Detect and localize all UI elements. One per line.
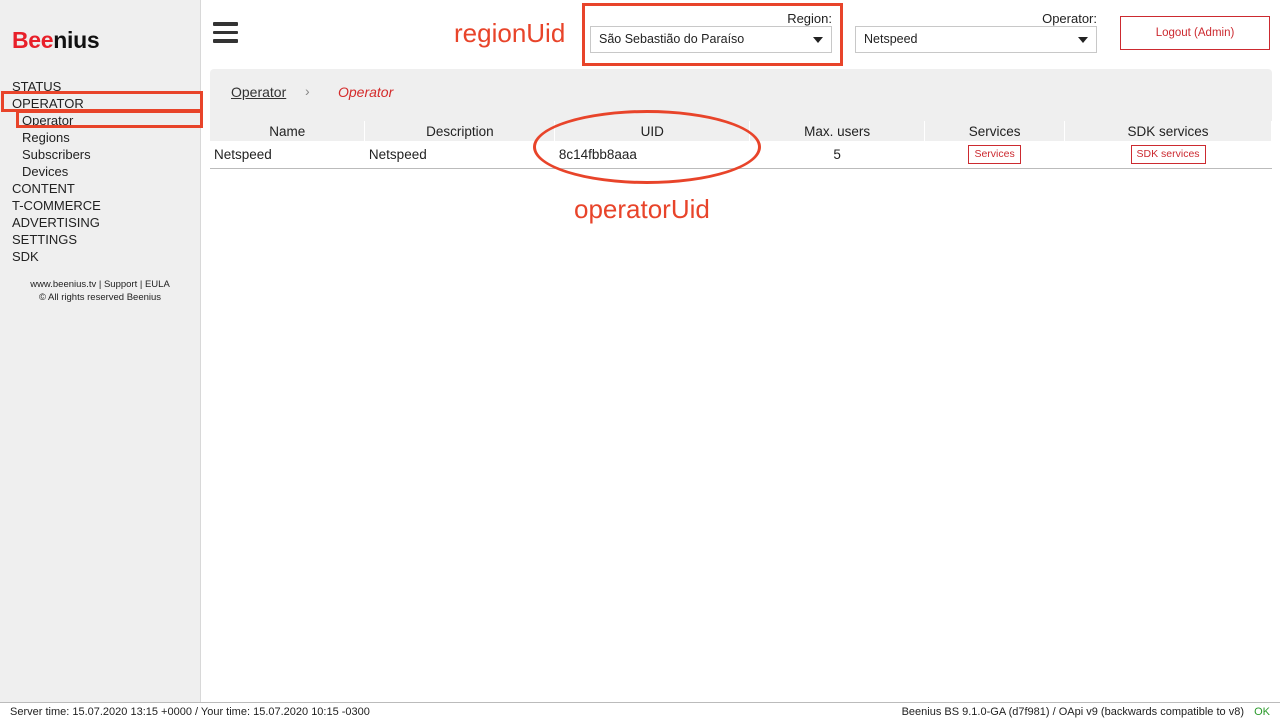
column-header-sdk-services[interactable]: SDK services [1064, 121, 1272, 141]
annotation-operator-section-box [1, 91, 203, 112]
status-bar: Server time: 15.07.2020 13:15 +0000 / Yo… [0, 702, 1280, 722]
status-time: Server time: 15.07.2020 13:15 +0000 / Yo… [10, 706, 370, 718]
sidebar-item-advertising[interactable]: ADVERTISING [0, 214, 200, 231]
chevron-down-icon [1078, 37, 1088, 43]
column-header-name[interactable]: Name [210, 121, 366, 141]
sidebar-item-devices[interactable]: Devices [0, 163, 200, 180]
status-ok-badge: OK [1254, 706, 1270, 718]
beenius-logo[interactable]: Beenius [12, 27, 100, 54]
annotation-region-uid-label: regionUid [454, 18, 566, 48]
sidebar-item-regions[interactable]: Regions [0, 129, 200, 146]
sidebar-item-t-commerce[interactable]: T-COMMERCE [0, 197, 200, 214]
cell-services: Services [924, 141, 1065, 169]
column-header-services[interactable]: Services [924, 121, 1066, 141]
sidebar-footer-links[interactable]: www.beenius.tv | Support | EULA [0, 278, 200, 291]
logout-button[interactable]: Logout (Admin) [1120, 16, 1270, 50]
region-select[interactable]: São Sebastião do Paraíso [590, 26, 832, 53]
sidebar-item-sdk[interactable]: SDK [0, 248, 200, 265]
annotation-operator-item-box [16, 110, 203, 128]
menu-icon[interactable] [213, 22, 238, 44]
status-version: Beenius BS 9.1.0-GA (d7f981) / OApi v9 (… [901, 706, 1244, 718]
column-header-description[interactable]: Description [364, 121, 556, 141]
breadcrumb-current: Operator [338, 84, 394, 100]
annotation-operator-uid-label: operatorUid [574, 194, 710, 224]
chevron-down-icon [813, 37, 823, 43]
breadcrumb-link-operator[interactable]: Operator [231, 84, 286, 100]
cell-sdk-services: SDK services [1064, 141, 1272, 169]
region-label: Region: [787, 11, 832, 26]
app-root: Beenius STATUS OPERATOR Operator Regions… [0, 0, 1280, 722]
column-header-max-users[interactable]: Max. users [749, 121, 926, 141]
sidebar-item-settings[interactable]: SETTINGS [0, 231, 200, 248]
operator-select-value: Netspeed [864, 32, 918, 46]
region-select-value: São Sebastião do Paraíso [599, 32, 745, 46]
sidebar-item-content[interactable]: CONTENT [0, 180, 200, 197]
sdk-services-button[interactable]: SDK services [1130, 144, 1206, 164]
cell-max-users: 5 [749, 141, 925, 169]
sidebar-item-subscribers[interactable]: Subscribers [0, 146, 200, 163]
operator-label: Operator: [1042, 11, 1097, 26]
sidebar-footer-copyright: © All rights reserved Beenius [38, 292, 162, 303]
operator-select[interactable]: Netspeed [855, 26, 1097, 53]
services-button[interactable]: Services [968, 144, 1021, 164]
cell-name: Netspeed [210, 141, 365, 169]
sidebar-footer: www.beenius.tv | Support | EULA © All ri… [0, 278, 200, 304]
logo-part-red: Bee [12, 27, 54, 53]
logo-part-black: nius [53, 27, 100, 53]
annotation-uid-ellipse [533, 110, 761, 184]
breadcrumb-separator-icon: › [305, 83, 310, 99]
cell-description: Netspeed [364, 141, 555, 169]
